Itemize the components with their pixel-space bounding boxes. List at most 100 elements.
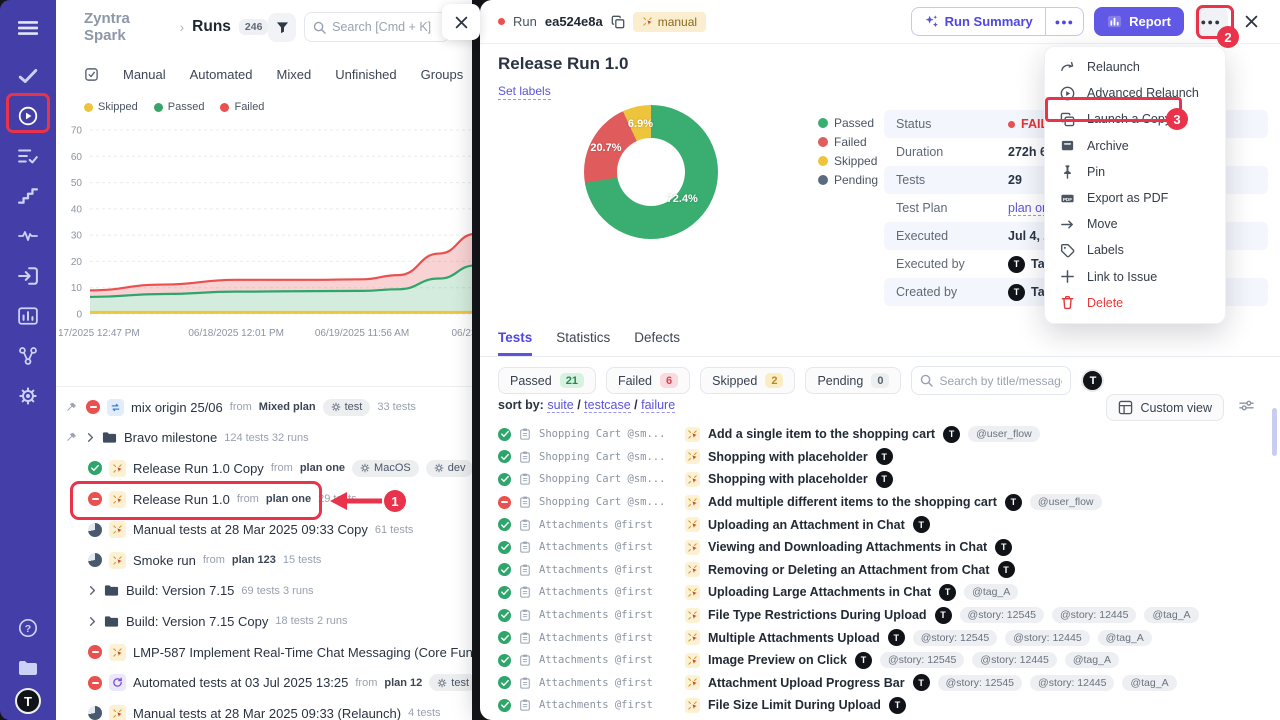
- test-case-row[interactable]: Attachments @firstFile Size Limit During…: [498, 694, 1280, 717]
- test-case-row[interactable]: Attachments @firstUploading Large Attach…: [498, 581, 1280, 604]
- run-label: Run: [513, 14, 537, 29]
- clipboard-icon: [519, 564, 531, 576]
- tests-list: Shopping Cart @sm...Add a single item to…: [480, 420, 1280, 720]
- drawer-topbar: Run ea524e8a manual Run Summary ●●● Repo…: [480, 0, 1280, 44]
- project-breadcrumb[interactable]: Zyntra Spark: [84, 10, 172, 44]
- test-tag: @story: 12445: [1052, 607, 1136, 623]
- menu-item-move[interactable]: Move: [1045, 211, 1225, 237]
- breadcrumb-separator: ›: [180, 19, 185, 35]
- panel-close-button[interactable]: [442, 4, 480, 40]
- drawer-close-icon[interactable]: [1238, 9, 1264, 35]
- runs-search: [304, 12, 450, 42]
- filter-chip-pending[interactable]: Pending0: [805, 367, 901, 394]
- filter-chip-passed[interactable]: Passed21: [498, 367, 596, 394]
- test-case-row[interactable]: Attachments @firstUploading an Attachmen…: [498, 513, 1280, 536]
- test-case-row[interactable]: Attachments @firstRemoving or Deleting a…: [498, 559, 1280, 582]
- filter-chip-skipped[interactable]: Skipped2: [700, 367, 795, 394]
- tab-tests[interactable]: Tests: [498, 330, 532, 356]
- help-icon[interactable]: ?: [8, 608, 48, 648]
- run-list-item[interactable]: Smoke runfromplan 12315 tests: [56, 545, 472, 576]
- filter-button[interactable]: [268, 13, 296, 42]
- sort-by-testcase[interactable]: testcase: [584, 398, 631, 413]
- test-case-row[interactable]: Attachments @firstAttachment Upload Prog…: [498, 672, 1280, 695]
- run-list-item[interactable]: Manual tests at 28 Mar 2025 09:33 (Relau…: [56, 698, 472, 720]
- assignee-avatar: T: [935, 607, 952, 624]
- requirements-icon[interactable]: [8, 256, 48, 296]
- menu-item-relaunch[interactable]: Relaunch: [1045, 54, 1225, 80]
- select-runs-icon[interactable]: [84, 67, 99, 82]
- runs-tab-manual[interactable]: Manual: [123, 67, 166, 82]
- run-list-item[interactable]: LMP-587 Implement Real-Time Chat Messagi…: [56, 637, 472, 668]
- custom-view-button[interactable]: Custom view: [1106, 394, 1224, 421]
- menu-item-archive[interactable]: Archive: [1045, 133, 1225, 159]
- test-case-row[interactable]: Attachments @firstFile Type Restrictions…: [498, 604, 1280, 627]
- activity-icon[interactable]: [8, 216, 48, 256]
- report-button[interactable]: Report: [1094, 7, 1184, 36]
- runs-search-input[interactable]: [332, 20, 441, 34]
- test-case-row[interactable]: Shopping Cart @sm...Shopping with placeh…: [498, 446, 1280, 469]
- copy-run-id-icon[interactable]: [611, 15, 625, 29]
- settings-icon[interactable]: [8, 376, 48, 416]
- run-list-item[interactable]: Build: Version 7.1569 tests 3 runs: [56, 576, 472, 607]
- test-case-row[interactable]: Attachments @firstImage Preview on Click…: [498, 649, 1280, 672]
- assignee-avatar[interactable]: T: [1081, 369, 1104, 392]
- menu-item-delete[interactable]: Delete: [1045, 290, 1225, 316]
- milestones-icon[interactable]: [8, 176, 48, 216]
- view-settings-icon[interactable]: [1239, 398, 1254, 418]
- reports-icon[interactable]: [8, 296, 48, 336]
- clipboard-icon: [519, 632, 531, 644]
- menu-item-launch-a-copy[interactable]: Launch a Copy: [1045, 106, 1225, 132]
- manual-run-icon: [109, 705, 126, 720]
- menu-item-labels[interactable]: Labels: [1045, 237, 1225, 263]
- sort-by-failure[interactable]: failure: [641, 398, 675, 413]
- projects-icon[interactable]: [8, 648, 48, 688]
- test-case-row[interactable]: Shopping Cart @sm...Shopping with placeh…: [498, 468, 1280, 491]
- run-list-item[interactable]: Bravo milestone124 tests 32 runs: [56, 423, 472, 454]
- test-plans-icon[interactable]: [8, 136, 48, 176]
- test-case-row[interactable]: Shopping Cart @sm...Add a single item to…: [498, 423, 1280, 446]
- tab-statistics[interactable]: Statistics: [556, 330, 610, 356]
- svg-text:?: ?: [25, 623, 31, 635]
- run-detail-drawer: Run ea524e8a manual Run Summary ●●● Repo…: [480, 0, 1280, 720]
- runs-icon[interactable]: [8, 96, 48, 136]
- tests-search-input[interactable]: [939, 374, 1062, 388]
- menu-item-export-as-pdf[interactable]: PDFExport as PDF: [1045, 185, 1225, 211]
- test-case-row[interactable]: Shopping Cart @sm...Add multiple differe…: [498, 491, 1280, 514]
- run-list-item[interactable]: Build: Version 7.15 Copy18 tests 2 runs: [56, 606, 472, 637]
- test-tag: @story: 12445: [1030, 675, 1114, 691]
- manual-icon: [685, 472, 700, 487]
- menu-item-advanced-relaunch[interactable]: Advanced Relaunch: [1045, 80, 1225, 106]
- menu-icon[interactable]: [8, 8, 48, 48]
- filter-chip-failed[interactable]: Failed6: [606, 367, 690, 394]
- run-list-item[interactable]: Manual tests at 28 Mar 2025 09:33 Copy61…: [56, 514, 472, 545]
- run-list-item[interactable]: Release Run 1.0 Copyfromplan oneMacOSdev…: [56, 453, 472, 484]
- runs-tab-groups[interactable]: Groups: [421, 67, 464, 82]
- menu-item-pin[interactable]: Pin: [1045, 159, 1225, 185]
- run-id: ea524e8a: [545, 14, 603, 29]
- sparkles-icon: [924, 14, 939, 29]
- sort-by-suite[interactable]: suite: [547, 398, 573, 413]
- test-case-row[interactable]: Attachments @firstViewing and Downloadin…: [498, 536, 1280, 559]
- run-list-item[interactable]: Automated tests at 03 Jul 2025 13:25from…: [56, 667, 472, 698]
- assignee-avatar: T: [889, 697, 906, 714]
- run-list-item[interactable]: mix origin 25/06fromMixed plantest33 tes…: [56, 392, 472, 423]
- legend-passed: Passed: [154, 101, 205, 113]
- menu-item-link-to-issue[interactable]: Link to Issue: [1045, 264, 1225, 290]
- runs-tab-unfinished[interactable]: Unfinished: [335, 67, 396, 82]
- manual-icon: [685, 675, 700, 690]
- manual-icon: [685, 517, 700, 532]
- test-case-row[interactable]: Attachments @firstMultiple Attachments U…: [498, 626, 1280, 649]
- runs-tab-automated[interactable]: Automated: [190, 67, 253, 82]
- tasks-icon[interactable]: [8, 56, 48, 96]
- runs-list: mix origin 25/06fromMixed plantest33 tes…: [56, 386, 472, 720]
- runs-tab-mixed[interactable]: Mixed: [277, 67, 312, 82]
- run-summary-button[interactable]: Run Summary: [912, 8, 1045, 35]
- run-summary-more-button[interactable]: ●●●: [1045, 8, 1083, 35]
- manual-icon: [685, 585, 700, 600]
- set-labels-link[interactable]: Set labels: [498, 84, 551, 100]
- integrations-icon[interactable]: [8, 336, 48, 376]
- tab-defects[interactable]: Defects: [634, 330, 680, 356]
- more-actions-button[interactable]: ●●●: [1194, 7, 1228, 36]
- run-list-item[interactable]: Release Run 1.0fromplan one29 tests: [56, 484, 472, 515]
- user-avatar[interactable]: T: [15, 688, 41, 714]
